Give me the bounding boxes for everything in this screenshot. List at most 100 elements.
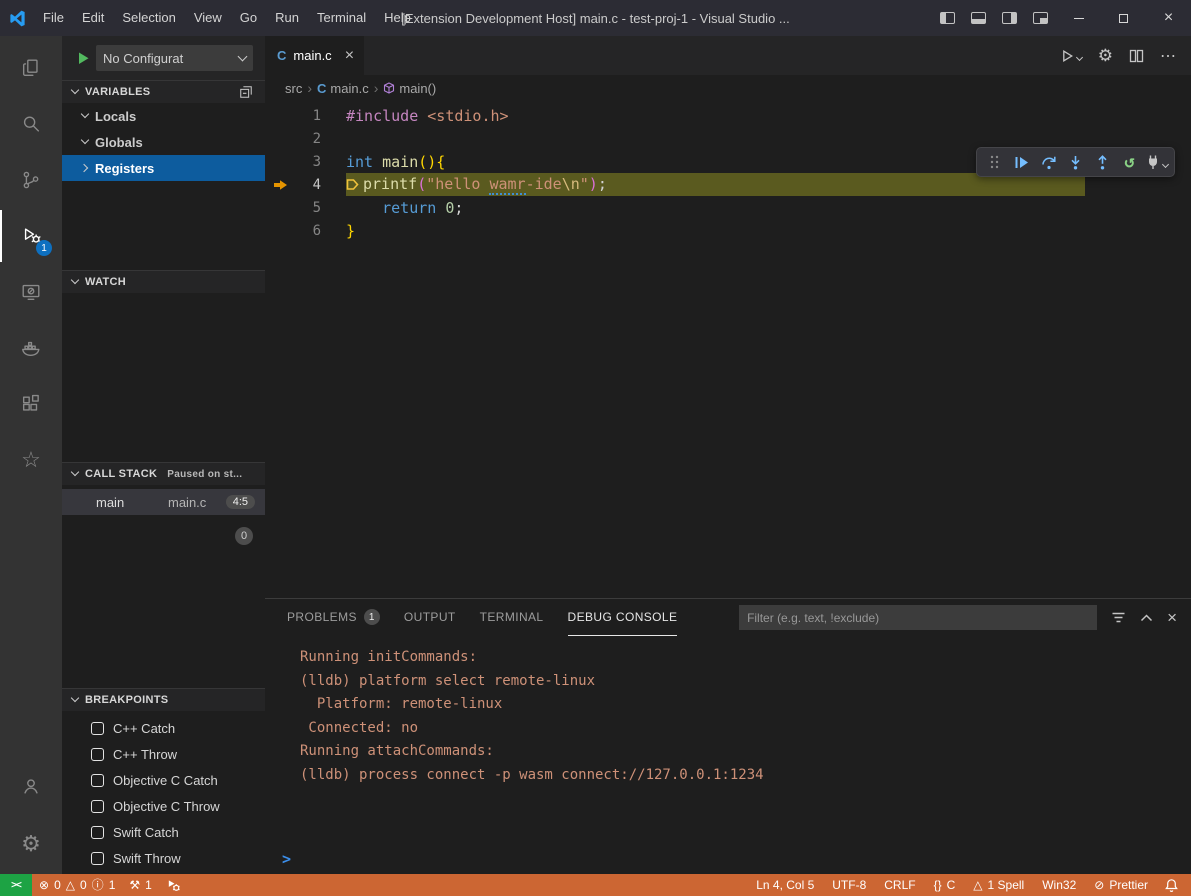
maximize-button[interactable] xyxy=(1101,0,1146,36)
breadcrumb-item-main[interactable]: main() xyxy=(383,81,436,96)
menu-go[interactable]: Go xyxy=(231,0,266,36)
menu-edit[interactable]: Edit xyxy=(73,0,113,36)
variables-scope-globals[interactable]: Globals xyxy=(62,129,265,155)
tab-main.c[interactable]: C main.c × xyxy=(265,36,364,75)
close-panel-icon[interactable]: × xyxy=(1167,608,1177,628)
watch-header[interactable]: WATCH xyxy=(62,271,265,293)
panel-tab-terminal[interactable]: TERMINAL xyxy=(480,599,544,636)
breakpoint-swift-catch[interactable]: Swift Catch xyxy=(62,819,265,845)
console-filter-input[interactable] xyxy=(739,605,1097,630)
activity-run-and-debug[interactable]: 1 xyxy=(0,210,62,262)
breakpoint-checkbox[interactable] xyxy=(91,852,104,865)
debug-console-output[interactable]: Running initCommands:(lldb) platform sel… xyxy=(265,636,1191,844)
more-actions-icon[interactable]: ⋯ xyxy=(1160,46,1177,66)
toggle-primary-sidebar-icon[interactable] xyxy=(940,12,955,24)
panel-tab-problems[interactable]: PROBLEMS1 xyxy=(287,599,380,636)
breakpoint-c-catch[interactable]: C++ Catch xyxy=(62,715,265,741)
debug-console-input[interactable]: > xyxy=(265,844,1191,874)
panel-tab-output[interactable]: OUTPUT xyxy=(404,599,456,636)
console-line: Connected: no xyxy=(300,717,1191,741)
status-encoding[interactable]: UTF-8 xyxy=(823,874,875,896)
split-editor-icon[interactable] xyxy=(1129,49,1144,63)
breakpoints-header[interactable]: BREAKPOINTS xyxy=(62,689,265,711)
variables-scope-registers[interactable]: Registers xyxy=(62,155,265,181)
breakpoint-checkbox[interactable] xyxy=(91,800,104,813)
step-over-button[interactable] xyxy=(1036,150,1061,174)
status-language-mode[interactable]: {}C xyxy=(925,874,965,896)
menu-run[interactable]: Run xyxy=(266,0,308,36)
chevron-down-icon xyxy=(80,136,92,148)
stack-frame[interactable]: main main.c 4:5 xyxy=(62,489,265,515)
code-editor[interactable]: ↺ 1#include <stdio.h>23int main(){4print… xyxy=(265,101,1191,598)
customize-layout-icon[interactable] xyxy=(1033,12,1048,24)
remote-indicator[interactable]: >< xyxy=(0,874,32,896)
problems-status[interactable]: ⊗0 △0 ⓘ1 xyxy=(32,874,122,896)
step-out-button[interactable] xyxy=(1090,150,1115,174)
code-line-5[interactable]: 5 return 0; xyxy=(265,196,1191,219)
breakpoint-swift-throw[interactable]: Swift Throw xyxy=(62,845,265,871)
status-eol[interactable]: CRLF xyxy=(875,874,924,896)
line-number: 6 xyxy=(295,223,321,239)
code-line-1[interactable]: 1#include <stdio.h> xyxy=(265,104,1191,127)
continue-button[interactable] xyxy=(1009,150,1034,174)
toggle-panel-icon[interactable] xyxy=(971,12,986,24)
breakpoint-objective-c-throw[interactable]: Objective C Throw xyxy=(62,793,265,819)
status-spell-checker[interactable]: △1 Spell xyxy=(964,874,1033,896)
variables-header[interactable]: VARIABLES xyxy=(62,81,265,103)
status-platform[interactable]: Win32 xyxy=(1033,874,1085,896)
menu-file[interactable]: File xyxy=(34,0,73,36)
breakpoint-objective-c-catch[interactable]: Objective C Catch xyxy=(62,767,265,793)
inline-breakpoint-icon[interactable] xyxy=(346,177,359,195)
menu-selection[interactable]: Selection xyxy=(113,0,184,36)
toolbar-grip-icon[interactable] xyxy=(982,150,1007,174)
activity-source-control[interactable] xyxy=(0,154,62,206)
settings-gear-icon[interactable]: ⚙ xyxy=(1098,47,1113,64)
restart-button[interactable]: ↺ xyxy=(1117,150,1142,174)
collapse-all-icon[interactable] xyxy=(239,85,253,99)
notifications-bell-icon[interactable] xyxy=(1157,874,1191,896)
run-or-debug-button[interactable] xyxy=(1061,49,1082,63)
panel-tab-label: PROBLEMS xyxy=(287,610,357,624)
menu-view[interactable]: View xyxy=(185,0,231,36)
minimize-button[interactable] xyxy=(1056,0,1101,36)
maximize-panel-icon[interactable] xyxy=(1140,614,1153,622)
panel-tab-debug-console[interactable]: DEBUG CONSOLE xyxy=(568,599,678,636)
code-line-6[interactable]: 6} xyxy=(265,219,1191,242)
breakpoint-c-throw[interactable]: C++ Throw xyxy=(62,741,265,767)
variables-scope-locals[interactable]: Locals xyxy=(62,103,265,129)
step-into-button[interactable] xyxy=(1063,150,1088,174)
status-prettier[interactable]: ⊘Prettier xyxy=(1085,874,1157,896)
debug-status-icon[interactable] xyxy=(159,874,188,896)
breakpoint-label: C++ Catch xyxy=(113,721,175,736)
breadcrumb-separator: › xyxy=(306,80,313,96)
activity-search[interactable] xyxy=(0,98,62,150)
activity-settings[interactable]: ⚙ xyxy=(0,818,62,870)
activity-remote-explorer[interactable] xyxy=(0,266,62,318)
status-label: Ln 4, Col 5 xyxy=(756,878,814,892)
activity-accounts[interactable] xyxy=(0,760,62,812)
breadcrumb: src›Cmain.c›main() xyxy=(265,75,1191,101)
activity-explorer[interactable] xyxy=(0,42,62,94)
menu-terminal[interactable]: Terminal xyxy=(308,0,375,36)
breakpoint-checkbox[interactable] xyxy=(91,826,104,839)
launch-configuration-dropdown[interactable]: No Configurat xyxy=(96,45,253,71)
chevron-down-icon xyxy=(70,276,82,288)
disconnect-button[interactable] xyxy=(1144,150,1169,174)
close-button[interactable]: × xyxy=(1146,0,1191,36)
activity-extensions[interactable] xyxy=(0,378,62,430)
breakpoint-checkbox[interactable] xyxy=(91,722,104,735)
close-tab-icon[interactable]: × xyxy=(345,47,354,65)
breadcrumb-item-src[interactable]: src xyxy=(285,81,302,96)
tool-status[interactable]: ⚒1 xyxy=(122,874,158,896)
scope-label: Registers xyxy=(95,161,154,176)
toggle-secondary-sidebar-icon[interactable] xyxy=(1002,12,1017,24)
activity-docker[interactable] xyxy=(0,322,62,374)
call-stack-header[interactable]: CALL STACK Paused on st... xyxy=(62,463,265,485)
status-cursor-position[interactable]: Ln 4, Col 5 xyxy=(747,874,823,896)
activity-favorites[interactable]: ☆ xyxy=(0,434,62,486)
filter-lines-icon[interactable] xyxy=(1111,611,1126,624)
breakpoint-checkbox[interactable] xyxy=(91,774,104,787)
start-debugging-icon[interactable] xyxy=(76,51,90,66)
breakpoint-checkbox[interactable] xyxy=(91,748,104,761)
breadcrumb-item-mainc[interactable]: Cmain.c xyxy=(317,81,369,96)
